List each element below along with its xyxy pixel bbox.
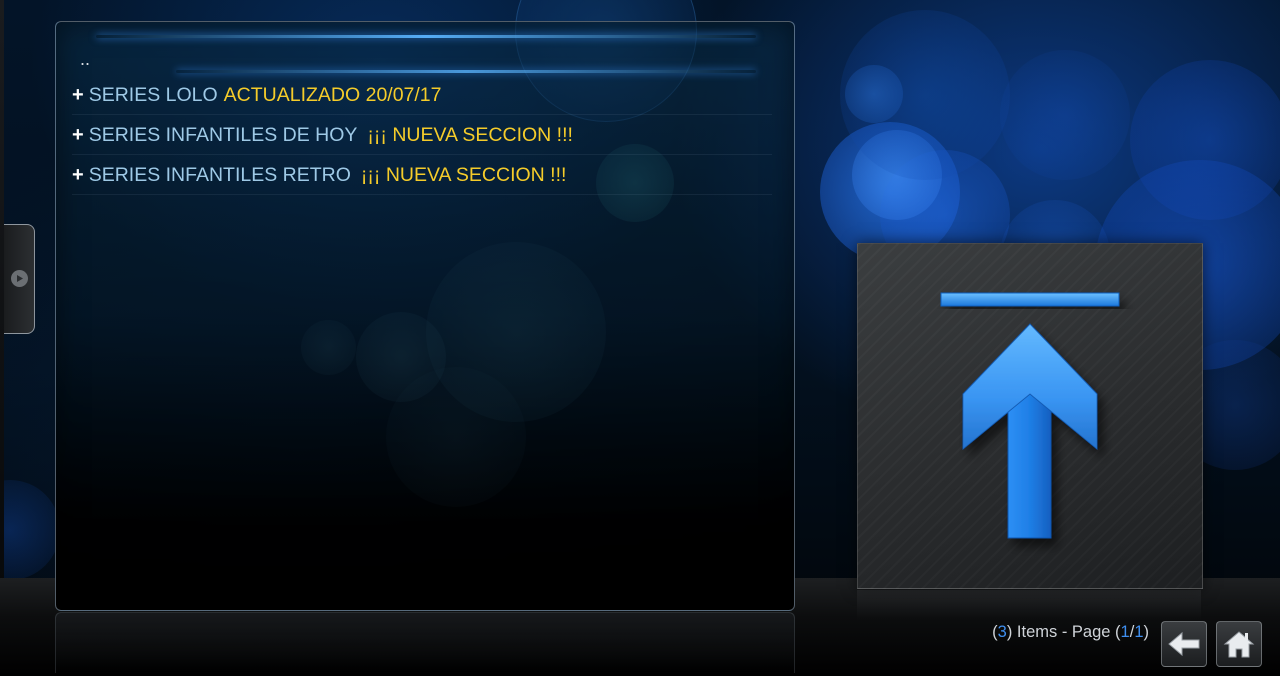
- bokeh-light: [1130, 60, 1280, 220]
- up-arrow-icon: [940, 292, 1120, 539]
- bokeh-light: [852, 130, 942, 220]
- page-total: 1: [1134, 623, 1144, 641]
- list-item-series-lolo[interactable]: + SERIES LOLO ACTUALIZADO 20/07/17: [72, 76, 772, 115]
- parent-folder-item[interactable]: ..: [80, 40, 780, 78]
- media-browser-screen: .. + SERIES LOLO ACTUALIZADO 20/07/17 + …: [0, 0, 1280, 676]
- items-page-info: (3) Items - Page (1/1): [992, 623, 1149, 642]
- page-current: 1: [1120, 623, 1130, 641]
- bokeh-light: [301, 320, 356, 375]
- plus-icon: +: [72, 163, 84, 186]
- bokeh-light: [840, 10, 1010, 180]
- back-arrow-icon: [1168, 631, 1200, 657]
- list-item-series-infantiles-retro[interactable]: + SERIES INFANTILES RETRO ¡¡¡ NUEVA SECC…: [72, 156, 772, 195]
- list-item-tag: ¡¡¡ NUEVA SECCION !!!: [360, 163, 567, 186]
- bokeh-light: [1000, 50, 1130, 180]
- list-item-name: SERIES INFANTILES DE HOY: [88, 123, 358, 146]
- file-list-panel: .. + SERIES LOLO ACTUALIZADO 20/07/17 + …: [55, 21, 795, 611]
- side-menu-arrow-icon: [11, 270, 28, 287]
- back-button[interactable]: [1161, 621, 1207, 667]
- list-item-tag: ¡¡¡ NUEVA SECCION !!!: [367, 123, 573, 146]
- list-item-name: SERIES INFANTILES RETRO: [88, 163, 351, 186]
- paren-close: ): [1143, 623, 1150, 641]
- list-item-tag: ACTUALIZADO 20/07/17: [223, 83, 442, 106]
- parent-folder-label: ..: [80, 48, 91, 69]
- bokeh-light: [0, 480, 60, 580]
- side-menu-tab[interactable]: [4, 224, 35, 334]
- bokeh-light: [820, 122, 960, 262]
- bokeh-light: [356, 312, 446, 402]
- home-icon: [1223, 631, 1255, 658]
- plus-icon: +: [72, 83, 84, 106]
- plus-icon: +: [72, 123, 84, 146]
- bokeh-light: [386, 367, 526, 507]
- thumbnail-panel: [857, 243, 1203, 589]
- bokeh-light: [426, 242, 606, 422]
- list-item-series-infantiles-hoy[interactable]: + SERIES INFANTILES DE HOY ¡¡¡ NUEVA SEC…: [72, 116, 772, 155]
- items-page-label: ) Items - Page (: [1006, 623, 1121, 641]
- home-button[interactable]: [1216, 621, 1262, 667]
- panel-reflection: [55, 612, 795, 673]
- screen-edge: [0, 0, 4, 676]
- bokeh-light: [845, 65, 903, 123]
- items-count: 3: [997, 623, 1007, 641]
- thumbnail-reflection: [857, 590, 1201, 620]
- highlight-glow: [96, 35, 756, 38]
- list-item-name: SERIES LOLO: [88, 83, 218, 106]
